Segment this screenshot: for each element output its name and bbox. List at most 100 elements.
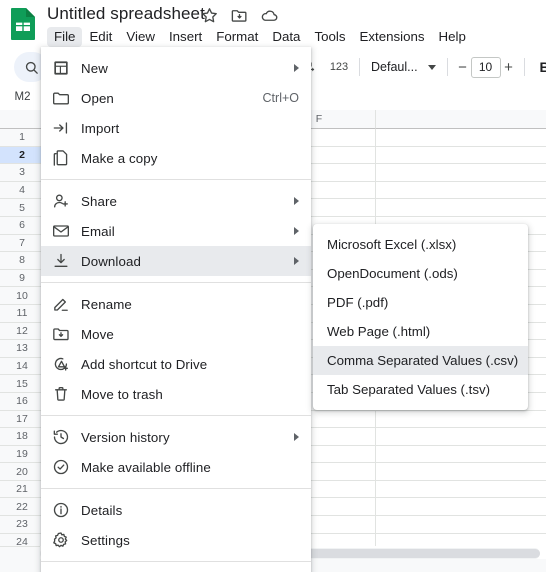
file-menu-item-share[interactable]: Share [41, 186, 311, 216]
menu-insert[interactable]: Insert [162, 27, 209, 47]
font-family-select[interactable]: Defaul... [367, 54, 440, 80]
menu-edit[interactable]: Edit [82, 27, 119, 47]
import-icon [41, 118, 81, 138]
grid-cell[interactable] [376, 516, 546, 534]
font-size-increase-button[interactable]: + [501, 59, 517, 76]
row-header-23[interactable]: 23 [0, 516, 45, 534]
file-menu-item-email[interactable]: Email [41, 216, 311, 246]
grid-cell[interactable] [376, 181, 546, 200]
star-icon[interactable] [200, 6, 219, 25]
row-header-2[interactable]: 2 [0, 146, 45, 165]
file-menu-item-download[interactable]: Download [41, 246, 311, 276]
grid-cell[interactable] [376, 129, 546, 147]
row-header-10[interactable]: 10 [0, 287, 45, 305]
row-header-20[interactable]: 20 [0, 463, 45, 481]
file-menu-item-import[interactable]: Import [41, 113, 311, 143]
row-header-21[interactable]: 21 [0, 480, 45, 499]
row-header-19[interactable]: 19 [0, 445, 45, 464]
row-header-15[interactable]: 15 [0, 375, 45, 393]
menu-tools[interactable]: Tools [307, 27, 352, 47]
menu-format[interactable]: Format [209, 27, 265, 47]
row-header-11[interactable]: 11 [0, 304, 45, 323]
file-menu-item-move[interactable]: Move [41, 319, 311, 349]
file-menu-item-move-to-trash[interactable]: Move to trash [41, 379, 311, 409]
grid-cell[interactable] [376, 428, 546, 446]
file-menu-item-add-shortcut-to-drive[interactable]: Add shortcut to Drive [41, 349, 311, 379]
grid-cell[interactable] [376, 410, 546, 429]
font-size-input[interactable]: 10 [470, 56, 501, 78]
file-menu-item-new[interactable]: New [41, 53, 311, 83]
row-header-22[interactable]: 22 [0, 498, 45, 517]
menu-extensions[interactable]: Extensions [352, 27, 431, 47]
move-to-folder-icon[interactable] [230, 6, 249, 25]
row-header-7[interactable]: 7 [0, 234, 45, 253]
font-size-decrease-button[interactable]: − [455, 59, 471, 76]
select-all-corner[interactable] [0, 110, 45, 129]
file-menu-item-rename[interactable]: Rename [41, 289, 311, 319]
row-header-label: 1 [19, 131, 25, 144]
file-menu-item-version-history[interactable]: Version history [41, 422, 311, 452]
file-menu-item-open[interactable]: Open Ctrl+O [41, 83, 311, 113]
download-option-tab-separated-values-tsv[interactable]: Tab Separated Values (.tsv) [313, 375, 528, 404]
file-menu-item-make-a-copy[interactable]: Make a copy [41, 143, 311, 173]
file-menu-item-make-available-offline[interactable]: Make available offline [41, 452, 311, 482]
document-title[interactable]: Untitled spreadsheet [47, 4, 205, 24]
row-header-label: 18 [16, 430, 28, 443]
grid-cell[interactable] [376, 164, 546, 182]
file-menu-item-label: Download [81, 253, 141, 269]
row-header-24[interactable]: 24 [0, 533, 45, 546]
row-header-label: 16 [16, 395, 28, 408]
menu-help[interactable]: Help [432, 27, 473, 47]
google-sheets-logo[interactable] [10, 7, 37, 41]
file-menu-item-print[interactable]: PrintCtrl+P [41, 568, 311, 572]
menu-bar: File Edit View Insert Format Data Tools … [47, 26, 473, 47]
download-option-microsoft-excel-xlsx[interactable]: Microsoft Excel (.xlsx) [313, 230, 528, 259]
file-menu-item-label: Version history [81, 429, 170, 445]
name-box[interactable]: M2 [0, 84, 45, 110]
toolbar-divider-2 [446, 58, 448, 76]
row-header-18[interactable]: 18 [0, 428, 45, 446]
row-header-6[interactable]: 6 [0, 216, 45, 235]
row-header-label: 9 [19, 272, 25, 285]
cloud-saved-icon[interactable] [260, 6, 279, 25]
app-header: Untitled spreadsheet File Edit View Inse… [0, 0, 546, 48]
row-headers: 1 2 3 4 5 6 7 8 9 10 11 12 13 14 15 16 17 18 19 20 21 22 23 24 [0, 129, 45, 546]
row-header-4[interactable]: 4 [0, 181, 45, 200]
grid-cell[interactable] [376, 199, 546, 217]
download-option-comma-separated-values-csv[interactable]: Comma Separated Values (.csv) [313, 346, 528, 375]
row-header-label: 14 [16, 360, 28, 373]
row-header-5[interactable]: 5 [0, 199, 45, 217]
grid-cell[interactable] [376, 498, 546, 517]
toolbar-divider-3 [523, 58, 525, 76]
more-formats-button[interactable]: 123 [326, 54, 352, 80]
row-header-8[interactable]: 8 [0, 252, 45, 270]
menu-file[interactable]: File [47, 26, 83, 47]
grid-cell[interactable] [376, 146, 546, 165]
add-shortcut-drive-icon [41, 354, 81, 374]
bold-button[interactable]: B [532, 54, 546, 80]
download-option-web-page-html[interactable]: Web Page (.html) [313, 317, 528, 346]
file-dropdown-menu[interactable]: New Open Ctrl+O Import Make a copy Share Email… [41, 47, 311, 572]
grid-cell[interactable] [376, 463, 546, 481]
grid-cell[interactable] [376, 533, 546, 546]
row-header-label: 17 [16, 412, 28, 425]
file-menu-item-details[interactable]: Details [41, 495, 311, 525]
row-header-label: 21 [16, 483, 28, 496]
row-header-17[interactable]: 17 [0, 410, 45, 429]
grid-cell[interactable] [376, 445, 546, 464]
menu-view[interactable]: View [119, 27, 162, 47]
column-header-trailing[interactable] [376, 110, 546, 129]
row-header-3[interactable]: 3 [0, 164, 45, 182]
row-header-1[interactable]: 1 [0, 129, 45, 147]
row-header-14[interactable]: 14 [0, 357, 45, 376]
file-menu-item-settings[interactable]: Settings [41, 525, 311, 555]
row-header-9[interactable]: 9 [0, 269, 45, 288]
row-header-16[interactable]: 16 [0, 392, 45, 411]
grid-cell[interactable] [376, 480, 546, 499]
download-option-opendocument-ods[interactable]: OpenDocument (.ods) [313, 259, 528, 288]
row-header-13[interactable]: 13 [0, 340, 45, 358]
download-submenu[interactable]: Microsoft Excel (.xlsx) OpenDocument (.od… [313, 224, 528, 410]
menu-data[interactable]: Data [265, 27, 307, 47]
download-option-pdf-pdf[interactable]: PDF (.pdf) [313, 288, 528, 317]
row-header-12[interactable]: 12 [0, 322, 45, 341]
